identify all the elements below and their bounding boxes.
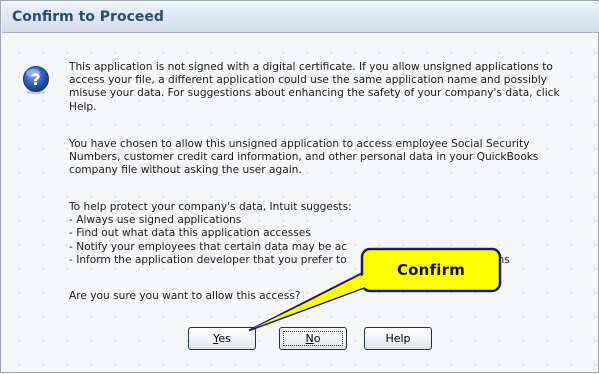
warning-paragraph: This application is not signed with a di… — [69, 61, 560, 113]
callout-label: Confirm — [396, 261, 466, 279]
title-bar: Confirm to Proceed — [2, 2, 599, 33]
help-button[interactable]: Help — [364, 327, 432, 350]
yes-button[interactable]: Yes — [188, 327, 256, 350]
suggestion-item: Notify your employees that certain data … — [69, 241, 352, 254]
access-paragraph: You have chosen to allow this unsigned a… — [69, 138, 539, 177]
question-icon: ? — [23, 66, 49, 95]
suggestions-lead: To help protect your company's data, Int… — [69, 201, 352, 213]
dialog-title: Confirm to Proceed — [12, 9, 164, 25]
suggestion-item: Always use signed applications — [69, 214, 352, 227]
suggestions-block: To help protect your company's data, Int… — [69, 201, 510, 267]
no-button[interactable]: No — [279, 327, 347, 350]
callout-annotation — [249, 247, 502, 331]
confirm-question: Are you sure you want to allow this acce… — [69, 290, 301, 302]
focus-ring — [283, 331, 343, 346]
confirm-dialog: Confirm to Proceed ? This application is… — [0, 0, 599, 373]
suggestions-list: Always use signed applications Find out … — [69, 214, 510, 267]
suggestion-item: Inform the application developer that yo… — [69, 254, 510, 267]
svg-text:?: ? — [31, 70, 40, 89]
suggestion-item: Find out what data this application acce… — [69, 227, 352, 240]
